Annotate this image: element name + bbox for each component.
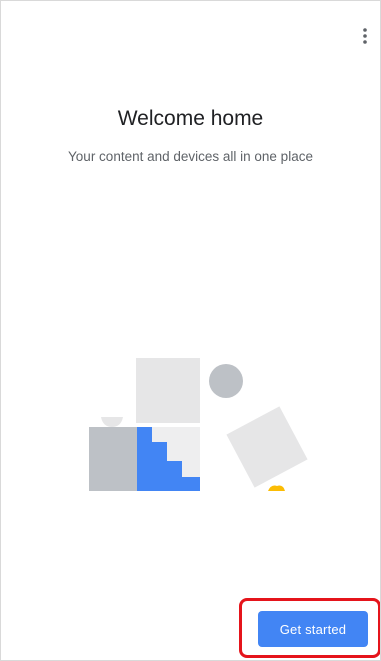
page-title: Welcome home bbox=[117, 107, 264, 130]
more-options-button[interactable] bbox=[355, 23, 375, 49]
cabinet-shape bbox=[89, 427, 137, 491]
get-started-button[interactable]: Get started bbox=[258, 611, 368, 647]
tilted-square-shape bbox=[226, 406, 308, 488]
lamp-shade-shape bbox=[101, 417, 123, 427]
yellow-item-shape bbox=[268, 485, 285, 491]
more-vert-icon bbox=[363, 28, 367, 44]
page-subtitle: Your content and devices all in one plac… bbox=[68, 149, 313, 164]
welcome-screen: Welcome home Your content and devices al… bbox=[0, 0, 381, 661]
home-devices-illustration bbox=[89, 358, 308, 491]
circle-shape bbox=[209, 364, 243, 398]
frame-square-shape bbox=[136, 358, 200, 423]
